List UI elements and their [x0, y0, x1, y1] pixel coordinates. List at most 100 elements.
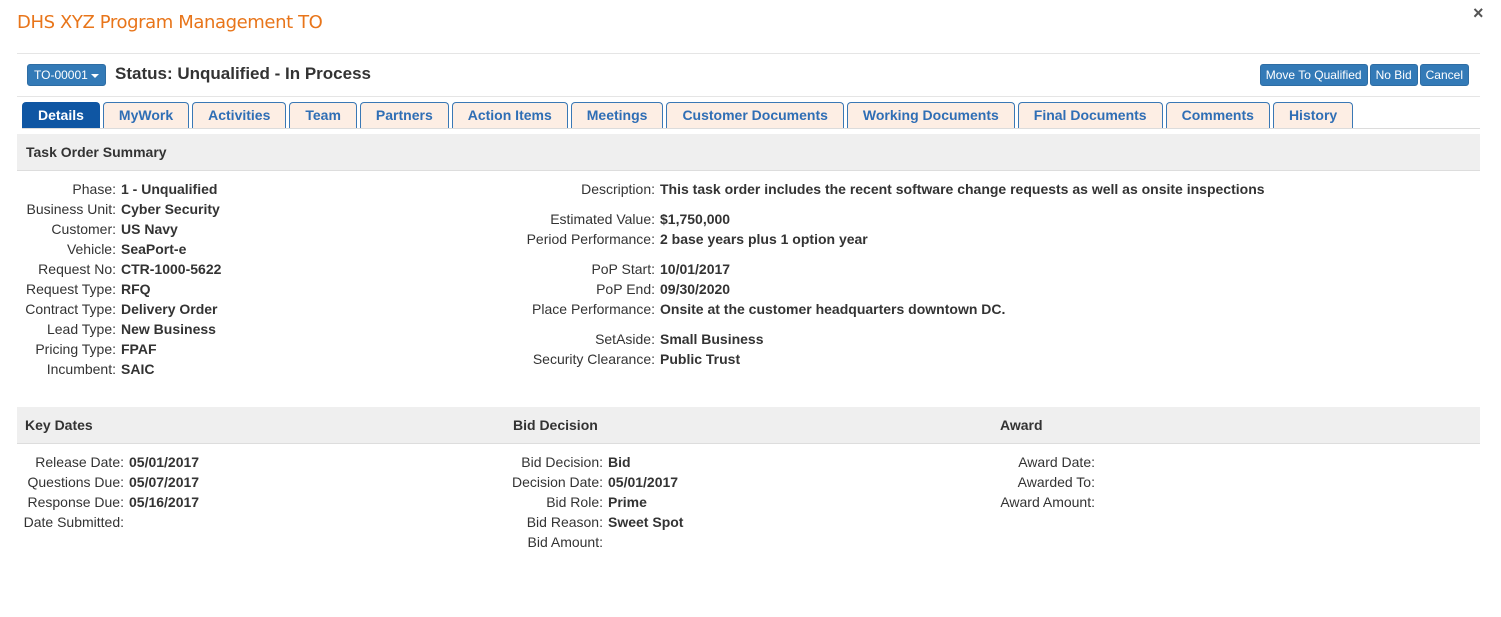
- window-title: DHS XYZ Program Management TO: [17, 12, 323, 33]
- field-value: 05/07/2017: [129, 474, 200, 490]
- divider: [17, 53, 1480, 54]
- field-row: Response Due: 05/16/2017: [17, 492, 199, 512]
- field-label: Response Due:: [27, 494, 124, 510]
- field-row: Bid Amount:: [505, 532, 683, 552]
- field-value: Sweet Spot: [608, 514, 684, 530]
- field-label: Phase:: [72, 181, 116, 197]
- field-value: Prime: [608, 494, 647, 510]
- field-row: SetAside: Small Business: [500, 329, 1265, 349]
- field-row: Incumbent: SAIC: [17, 359, 221, 379]
- tab-working-documents[interactable]: Working Documents: [846, 102, 1015, 129]
- field-row: Award Date:: [992, 452, 1100, 472]
- field-value: 05/01/2017: [608, 474, 679, 490]
- tab-underline: [22, 128, 1480, 129]
- lower-sections-header: Key Dates Bid Decision Award: [17, 407, 1480, 444]
- field-row: Description: This task order includes the…: [500, 179, 1265, 199]
- field-value: US Navy: [121, 221, 178, 237]
- cancel-button[interactable]: Cancel: [1419, 64, 1469, 86]
- field-label: Awarded To:: [1017, 474, 1095, 490]
- caret-down-icon: [90, 73, 99, 78]
- field-row: PoP End: 09/30/2020: [500, 279, 1265, 299]
- field-row: Awarded To:: [992, 472, 1100, 492]
- status-text: Status: Unqualified - In Process: [115, 64, 371, 83]
- tab-meetings[interactable]: Meetings: [570, 102, 664, 129]
- field-value: Onsite at the customer headquarters down…: [660, 301, 1006, 317]
- field-label: Award Date:: [1018, 454, 1095, 470]
- award-title: Award: [1000, 417, 1043, 433]
- field-value: Delivery Order: [121, 301, 218, 317]
- field-label: PoP End:: [596, 281, 655, 297]
- task-order-number: TO-00001: [34, 68, 88, 82]
- field-label: PoP Start:: [591, 261, 655, 277]
- field-value: 10/01/2017: [660, 261, 731, 277]
- field-value: $1,750,000: [660, 211, 731, 227]
- key-dates-fields: Release Date: 05/01/2017 Questions Due: 05…: [17, 452, 199, 532]
- field-row: Contract Type: Delivery Order: [17, 299, 221, 319]
- field-row: Security Clearance: Public Trust: [500, 349, 1265, 369]
- field-row: Lead Type: New Business: [17, 319, 221, 339]
- field-label: Bid Decision:: [521, 454, 603, 470]
- task-order-dropdown[interactable]: TO-00001: [27, 64, 106, 86]
- field-row: Vehicle: SeaPort-e: [17, 239, 221, 259]
- field-label: Award Amount:: [1000, 494, 1095, 510]
- field-label: Incumbent:: [46, 361, 116, 377]
- field-label: Bid Reason:: [526, 514, 603, 530]
- field-value: New Business: [121, 321, 216, 337]
- field-label: Bid Amount:: [527, 534, 604, 550]
- field-label: Vehicle:: [66, 241, 116, 257]
- tab-action-items[interactable]: Action Items: [451, 102, 568, 129]
- field-row: Bid Role: Prime: [505, 492, 683, 512]
- field-value: 05/01/2017: [129, 454, 200, 470]
- field-value: SeaPort-e: [121, 241, 187, 257]
- field-row: Decision Date: 05/01/2017: [505, 472, 683, 492]
- field-row: Date Submitted:: [17, 512, 199, 532]
- tab-details[interactable]: Details: [22, 102, 100, 129]
- field-row: Period Performance: 2 base years plus 1 o…: [500, 229, 1265, 249]
- field-value: This task order includes the recent soft…: [660, 181, 1265, 197]
- field-row: PoP Start: 10/01/2017: [500, 259, 1265, 279]
- field-row: Bid Reason: Sweet Spot: [505, 512, 684, 532]
- field-label: Release Date:: [35, 454, 124, 470]
- field-label: Period Performance:: [526, 231, 655, 247]
- field-row: Business Unit: Cyber Security: [17, 199, 221, 219]
- field-row: Request Type: RFQ: [17, 279, 221, 299]
- tab-bar: Details MyWork Activities Team Partners …: [22, 102, 1354, 129]
- tab-history[interactable]: History: [1272, 102, 1354, 129]
- no-bid-button[interactable]: No Bid: [1369, 64, 1418, 86]
- move-to-qualified-button[interactable]: Move To Qualified: [1259, 64, 1368, 86]
- field-label: Security Clearance:: [532, 351, 655, 367]
- field-label: Place Performance:: [532, 301, 655, 317]
- field-row: Pricing Type: FPAF: [17, 339, 221, 359]
- field-value: CTR-1000-5622: [121, 261, 222, 277]
- summary-left-fields: Phase: 1 - Unqualified Business Unit: Cybe…: [17, 179, 221, 379]
- field-row: Request No: CTR-1000-5622: [17, 259, 221, 279]
- close-icon[interactable]: ×: [1473, 4, 1484, 22]
- field-label: SetAside:: [595, 331, 655, 347]
- field-value: Public Trust: [660, 351, 741, 367]
- field-label: Description:: [581, 181, 655, 197]
- tab-activities[interactable]: Activities: [192, 102, 287, 129]
- field-label: Lead Type:: [46, 321, 116, 337]
- field-value: Cyber Security: [121, 201, 220, 217]
- task-order-summary-header: Task Order Summary: [17, 134, 1480, 171]
- field-row: Bid Decision: Bid: [505, 452, 683, 472]
- field-row: Customer: US Navy: [17, 219, 221, 239]
- tab-team[interactable]: Team: [289, 102, 357, 129]
- field-label: Questions Due:: [27, 474, 125, 490]
- field-value: 05/16/2017: [129, 494, 200, 510]
- field-label: Contract Type:: [25, 301, 116, 317]
- field-label: Estimated Value:: [550, 211, 655, 227]
- field-value: RFQ: [121, 281, 151, 297]
- field-value: Bid: [608, 454, 631, 470]
- tab-partners[interactable]: Partners: [359, 102, 449, 129]
- tab-mywork[interactable]: MyWork: [102, 102, 190, 129]
- field-label: Bid Role:: [546, 494, 603, 510]
- tab-comments[interactable]: Comments: [1165, 102, 1270, 129]
- tab-final-documents[interactable]: Final Documents: [1017, 102, 1163, 129]
- field-label: Business Unit:: [26, 201, 116, 217]
- action-buttons: Move To Qualified No Bid Cancel: [1259, 64, 1469, 86]
- tab-customer-documents[interactable]: Customer Documents: [666, 102, 844, 129]
- field-value: FPAF: [121, 341, 157, 357]
- field-label: Customer:: [51, 221, 116, 237]
- divider: [17, 96, 1480, 97]
